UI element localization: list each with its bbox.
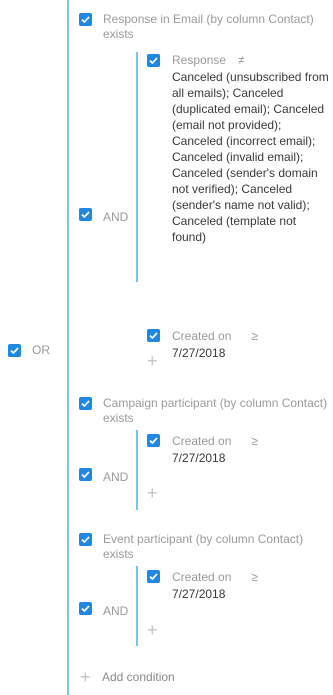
group-2-and-checkbox[interactable] [79,468,92,481]
group-3-and-checkbox[interactable] [79,602,92,615]
condition-response-checkbox[interactable] [147,54,160,67]
condition-operator: ≥ [251,570,258,584]
condition-value: Canceled (unsubscribed from all emails);… [172,70,329,244]
group-1-add-plus-icon[interactable]: + [147,352,158,370]
condition-created-on-checkbox[interactable] [147,329,160,342]
filter-tree: OR Response in Email (by column Contact)… [0,0,333,695]
group-2-title[interactable]: Campaign participant (by column Contact)… [103,396,333,426]
group-2-add-plus-icon[interactable]: + [147,484,158,502]
condition-value: 7/27/2018 [172,346,226,360]
condition-created-on-checkbox[interactable] [147,570,160,583]
condition-operator: ≥ [251,329,258,343]
add-condition-link[interactable]: Add condition [102,670,175,684]
condition-operator: ≠ [238,53,245,67]
condition-created-on[interactable]: Created on ≥ 7/27/2018 [172,434,322,466]
group-3-add-plus-icon[interactable]: + [147,621,158,639]
group-1-title[interactable]: Response in Email (by column Contact) ex… [103,12,318,42]
group-1-connector-line [136,52,138,282]
group-2-checkbox[interactable] [79,397,92,410]
add-condition-plus-icon[interactable]: + [80,668,91,686]
condition-operator: ≥ [251,434,258,448]
group-2-connector-line [136,430,138,510]
condition-response[interactable]: Response ≠ Canceled (unsubscribed from al… [172,53,330,245]
condition-created-on-checkbox[interactable] [147,434,160,447]
condition-value: 7/27/2018 [172,451,226,465]
group-3-logic-label[interactable]: AND [103,604,128,618]
condition-field: Response [172,53,227,67]
root-connector-line [67,0,69,695]
condition-created-on[interactable]: Created on ≥ 7/27/2018 [172,570,322,602]
group-3-title[interactable]: Event participant (by column Contact) ex… [103,532,318,562]
root-logic-label[interactable]: OR [32,343,50,357]
group-1-checkbox[interactable] [79,13,92,26]
condition-value: 7/27/2018 [172,587,226,601]
condition-field: Created on [172,329,232,343]
group-1-logic-label[interactable]: AND [103,210,128,224]
condition-field: Created on [172,434,232,448]
condition-field: Created on [172,570,232,584]
group-3-connector-line [136,566,138,646]
condition-created-on[interactable]: Created on ≥ 7/27/2018 [172,329,322,361]
group-1-and-checkbox[interactable] [79,208,92,221]
group-3-checkbox[interactable] [79,533,92,546]
root-or-checkbox[interactable] [8,344,21,357]
group-2-logic-label[interactable]: AND [103,470,128,484]
